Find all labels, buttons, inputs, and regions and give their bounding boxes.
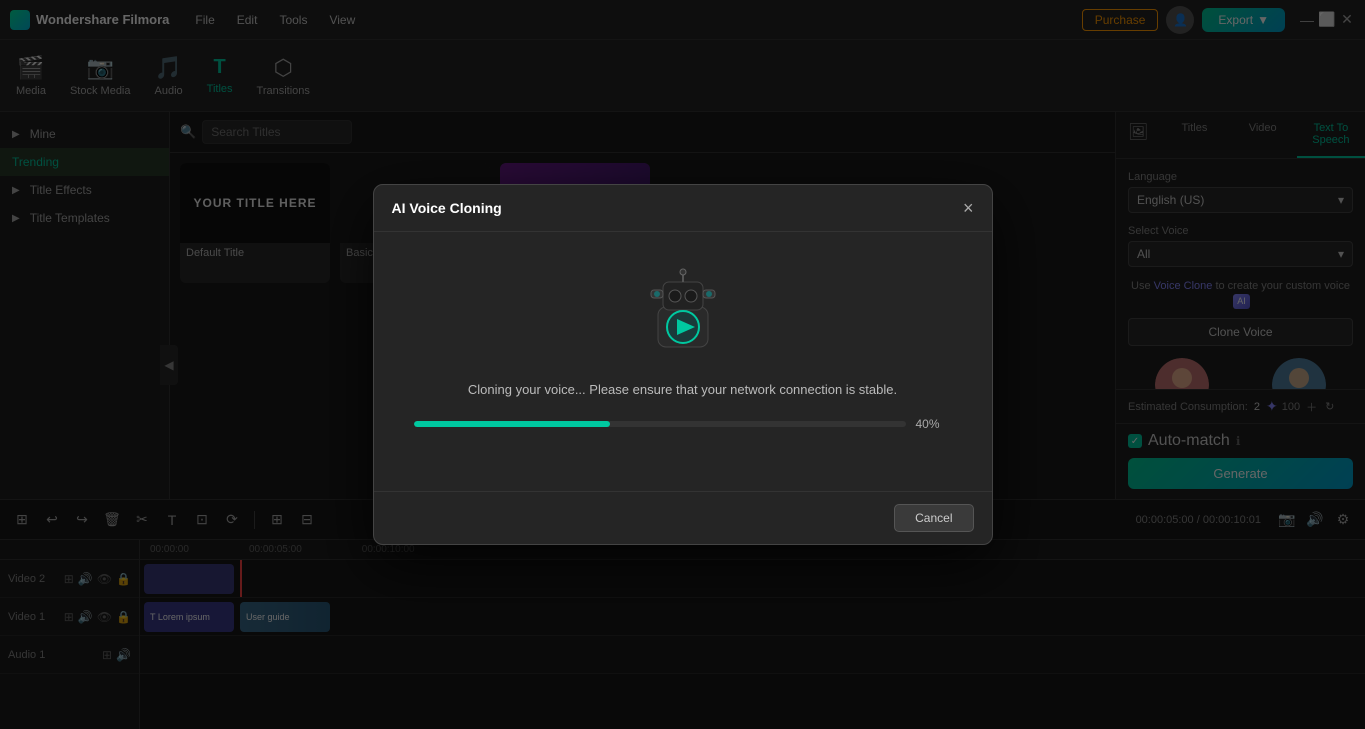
dialog-header: AI Voice Cloning × [374,185,992,232]
dialog-message: Cloning your voice... Please ensure that… [468,382,897,397]
dialog-overlay: AI Voice Cloning × [0,0,1365,729]
dialog-body: Cloning your voice... Please ensure that… [374,232,992,491]
dialog-close-button[interactable]: × [963,199,974,217]
progress-bar-fill [414,421,611,427]
dialog-title: AI Voice Cloning [392,200,502,216]
progress-bar-background [414,421,906,427]
progress-row: 40% [414,417,952,431]
robot-icon [633,262,733,362]
cancel-button[interactable]: Cancel [894,504,973,532]
progress-percent: 40% [916,417,952,431]
ai-voice-cloning-dialog: AI Voice Cloning × [373,184,993,545]
dialog-footer: Cancel [374,491,992,544]
